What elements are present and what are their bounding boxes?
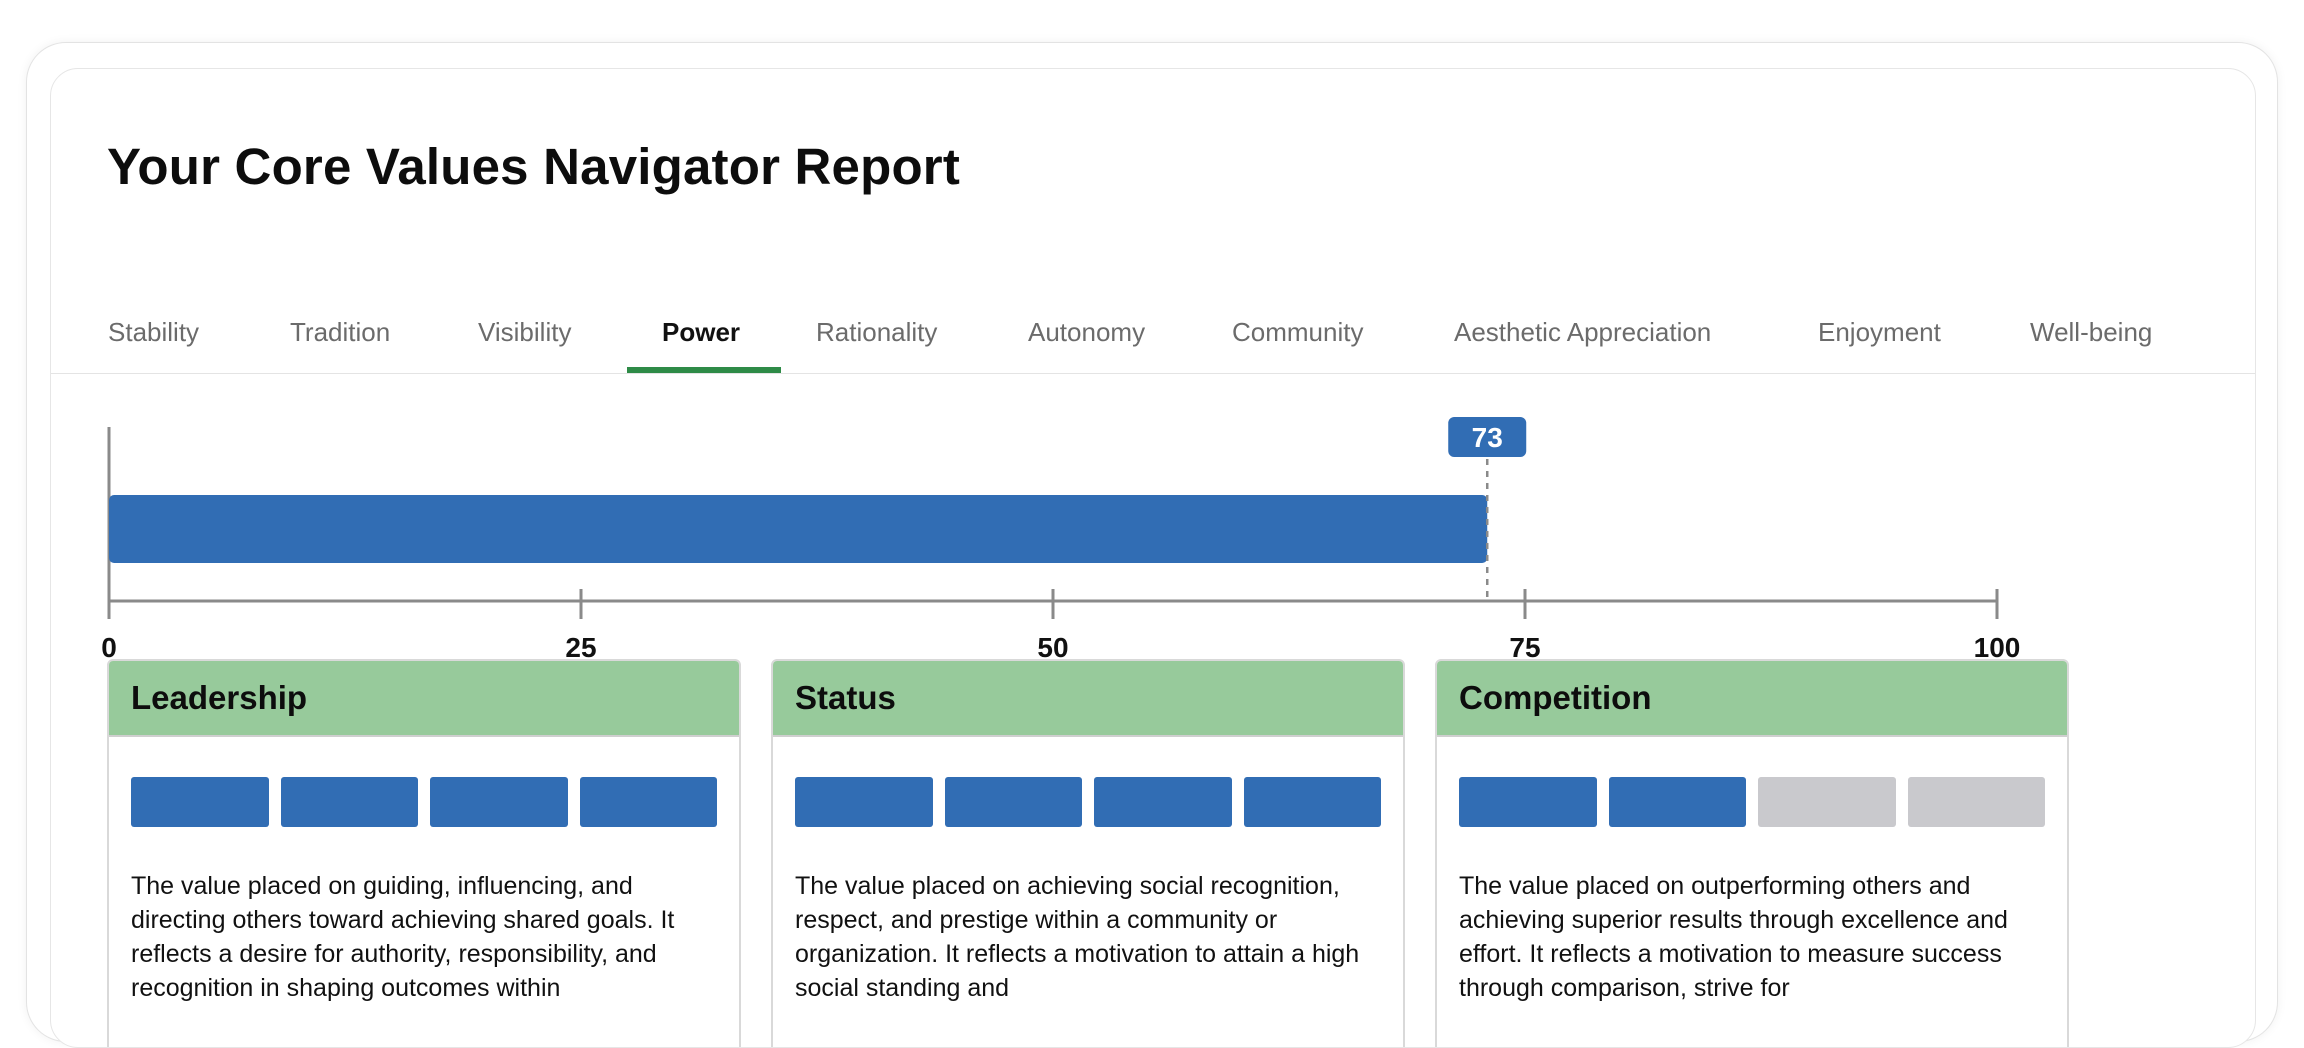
level-segment <box>795 777 933 827</box>
subvalue-card-header: Competition <box>1437 661 2067 737</box>
report-card: Your Core Values Navigator Report Stabil… <box>50 68 2256 1048</box>
tab-well-being[interactable]: Well-being <box>2030 317 2152 348</box>
tab-power[interactable]: Power <box>662 317 740 348</box>
tab-tradition[interactable]: Tradition <box>290 317 390 348</box>
subvalue-description: The value placed on outperforming others… <box>1459 872 2008 1002</box>
tab-stability[interactable]: Stability <box>108 317 199 348</box>
subvalue-card-leadership: Leadership The value placed on guiding, … <box>107 659 741 1047</box>
level-segment <box>131 777 269 827</box>
subvalue-card-competition: Competition The value placed on outperfo… <box>1435 659 2069 1047</box>
level-segment <box>430 777 568 827</box>
subvalue-card-status: Status The value placed on achieving soc… <box>771 659 1405 1047</box>
level-segment <box>944 777 1082 827</box>
level-segment <box>280 777 418 827</box>
subvalue-title: Competition <box>1459 679 1652 716</box>
level-segment <box>1243 777 1381 827</box>
level-meter <box>773 737 1403 827</box>
level-segment <box>1608 777 1746 827</box>
subvalue-title: Status <box>795 679 896 716</box>
tab-enjoyment[interactable]: Enjoyment <box>1818 317 1941 348</box>
score-bar <box>109 495 1488 563</box>
value-tabs: Stability Tradition Visibility Power Rat… <box>51 297 2255 374</box>
subvalue-card-header: Status <box>773 661 1403 737</box>
level-segment <box>1094 777 1232 827</box>
score-chart-svg: 0 25 50 75 10073 <box>101 417 2020 663</box>
tab-community[interactable]: Community <box>1232 317 1363 348</box>
score-badge-label: 73 <box>1472 422 1503 453</box>
tab-aesthetic-appreciation[interactable]: Aesthetic Appreciation <box>1454 317 1711 348</box>
subvalue-description: The value placed on guiding, influencing… <box>131 872 675 1002</box>
page-title: Your Core Values Navigator Report <box>107 138 961 195</box>
level-segment <box>579 777 717 827</box>
level-segment <box>1459 777 1597 827</box>
level-segment <box>1758 777 1896 827</box>
tab-visibility[interactable]: Visibility <box>478 317 571 348</box>
tab-rationality[interactable]: Rationality <box>816 317 937 348</box>
active-tab-indicator <box>627 367 781 373</box>
level-meter <box>1437 737 2067 827</box>
level-segment <box>1907 777 2045 827</box>
subvalue-title: Leadership <box>131 679 308 716</box>
tab-autonomy[interactable]: Autonomy <box>1028 317 1145 348</box>
score-chart: 0 25 50 75 100 73 <box>51 399 2255 679</box>
subvalue-description: The value placed on achieving social rec… <box>795 872 1360 1002</box>
subvalue-card-header: Leadership <box>109 661 739 737</box>
level-meter <box>109 737 739 827</box>
